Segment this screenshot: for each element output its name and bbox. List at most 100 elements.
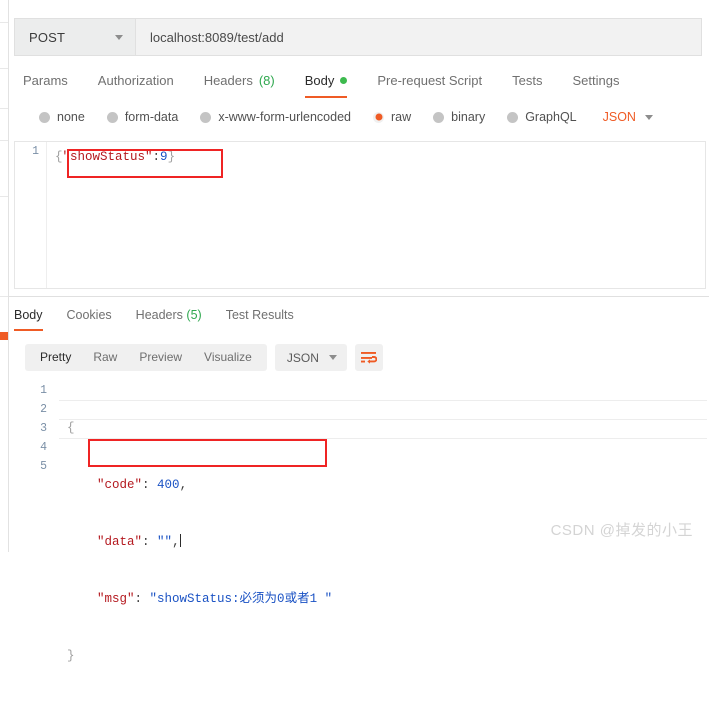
chevron-down-icon xyxy=(115,34,123,40)
word-wrap-icon xyxy=(360,351,377,364)
code-value: "showStatus:必须为0或者1 " xyxy=(149,592,333,606)
radio-none[interactable]: none xyxy=(39,110,85,124)
code-key: "showStatus" xyxy=(62,150,153,164)
radio-label: raw xyxy=(391,110,412,124)
chevron-down-icon xyxy=(644,114,653,120)
tab-pre-request-script[interactable]: Pre-request Script xyxy=(377,70,482,98)
radio-icon xyxy=(39,111,50,123)
rail-divider xyxy=(0,108,8,109)
code-separator: : xyxy=(142,478,158,492)
request-body-format-select[interactable]: JSON xyxy=(603,110,653,124)
rail-divider xyxy=(0,296,8,297)
code-value: 9 xyxy=(160,150,168,164)
response-body-editor[interactable]: 1 2 3 4 5 { "code": 400, "data": "", "ms… xyxy=(19,381,709,663)
code-separator: : xyxy=(134,592,150,606)
code-line: } xyxy=(67,647,332,666)
code-line: { xyxy=(67,419,332,438)
response-view-mode-group: Pretty Raw Preview Visualize xyxy=(25,344,267,371)
left-sidebar-rail xyxy=(0,0,9,552)
code-comma: , xyxy=(172,535,180,549)
tab-label: Settings xyxy=(572,73,620,88)
http-method-select[interactable]: POST xyxy=(14,18,135,56)
code-close-brace: } xyxy=(67,649,75,663)
radio-icon xyxy=(200,111,212,123)
view-mode-preview[interactable]: Preview xyxy=(128,344,193,371)
green-status-dot-icon xyxy=(340,77,348,84)
radio-raw[interactable]: raw xyxy=(373,110,411,124)
tab-label: Test Results xyxy=(225,308,294,322)
word-wrap-toggle-button[interactable] xyxy=(354,344,383,371)
response-code-block: { "code": 400, "data": "", "msg": "showS… xyxy=(67,381,332,704)
tab-label: Body xyxy=(14,308,43,322)
tab-label: Body xyxy=(304,73,335,88)
code-line: "code": 400, xyxy=(67,476,332,495)
request-body-editor[interactable]: 1 {"showStatus":9} xyxy=(14,141,706,289)
request-pane: POST localhost:8089/test/add Params Auth… xyxy=(9,0,709,296)
line-number: 5 xyxy=(40,460,47,473)
radio-label: form-data xyxy=(124,110,179,124)
watermark-text: CSDN @掉发的小王 xyxy=(550,522,693,539)
url-bar: POST localhost:8089/test/add xyxy=(14,18,702,56)
url-input[interactable]: localhost:8089/test/add xyxy=(135,18,702,56)
active-request-marker[interactable] xyxy=(0,332,8,340)
code-open-brace: { xyxy=(55,150,63,164)
response-editor-gutter: 1 2 3 4 5 xyxy=(19,381,57,491)
radio-label: none xyxy=(57,110,85,124)
http-method-label: POST xyxy=(29,29,66,45)
active-tab-underline xyxy=(14,329,43,331)
response-tab-bar: Body Cookies Headers (5) Test Results xyxy=(14,305,318,331)
code-key: "msg" xyxy=(97,592,135,606)
response-tab-test-results[interactable]: Test Results xyxy=(226,305,294,331)
radio-form-data[interactable]: form-data xyxy=(106,110,179,124)
tab-params[interactable]: Params xyxy=(23,70,68,98)
response-tab-body[interactable]: Body xyxy=(14,305,43,331)
request-code-line: {"showStatus":9} xyxy=(55,148,175,167)
radio-label: binary xyxy=(451,110,486,124)
chevron-down-icon xyxy=(328,355,337,360)
line-number: 1 xyxy=(32,145,39,158)
line-number: 1 xyxy=(40,384,47,397)
view-mode-raw[interactable]: Raw xyxy=(82,344,128,371)
tab-authorization[interactable]: Authorization xyxy=(98,70,174,98)
radio-icon xyxy=(507,111,519,123)
rail-divider xyxy=(0,140,8,141)
code-value: 400 xyxy=(157,478,180,492)
code-key: "code" xyxy=(97,478,143,492)
radio-binary[interactable]: binary xyxy=(433,110,485,124)
tab-body[interactable]: Body xyxy=(304,70,348,98)
radio-graphql[interactable]: GraphQL xyxy=(507,110,577,124)
request-editor-gutter: 1 xyxy=(15,142,47,288)
tab-label: Pre-request Script xyxy=(377,73,483,88)
code-key: "data" xyxy=(97,535,143,549)
request-tab-bar: Params Authorization Headers (8) Body Pr… xyxy=(23,70,649,102)
rail-divider xyxy=(0,68,8,69)
rail-divider xyxy=(0,22,8,23)
radio-label: x-www-form-urlencoded xyxy=(218,110,351,124)
tab-label: Cookies xyxy=(66,308,112,322)
response-format-toolbar: Pretty Raw Preview Visualize JSON xyxy=(25,344,383,371)
view-mode-visualize[interactable]: Visualize xyxy=(193,344,263,371)
line-number: 3 xyxy=(40,422,47,435)
response-tab-cookies[interactable]: Cookies xyxy=(67,305,112,331)
text-cursor xyxy=(179,534,181,547)
tab-label: Authorization xyxy=(97,73,174,88)
format-label: JSON xyxy=(602,110,636,124)
radio-label: GraphQL xyxy=(525,110,577,124)
tab-label: Headers xyxy=(135,308,183,322)
response-pane: Body Cookies Headers (5) Test Results Pr… xyxy=(9,297,709,663)
tab-headers[interactable]: Headers (8) xyxy=(204,70,275,98)
line-number: 4 xyxy=(40,441,47,454)
response-tab-headers[interactable]: Headers (5) xyxy=(136,305,202,331)
code-line: "msg": "showStatus:必须为0或者1 " xyxy=(67,590,332,609)
tab-label: Headers xyxy=(203,73,253,88)
tab-label: Params xyxy=(23,73,68,88)
response-format-select[interactable]: JSON xyxy=(274,344,347,371)
radio-x-www-form-urlencoded[interactable]: x-www-form-urlencoded xyxy=(200,110,351,124)
tab-settings[interactable]: Settings xyxy=(572,70,619,98)
view-mode-pretty[interactable]: Pretty xyxy=(29,344,82,371)
tab-label: Tests xyxy=(512,73,543,88)
tab-tests[interactable]: Tests xyxy=(512,70,542,98)
headers-count-badge: (5) xyxy=(186,308,202,322)
code-colon: : xyxy=(152,150,161,164)
radio-icon xyxy=(106,111,118,123)
